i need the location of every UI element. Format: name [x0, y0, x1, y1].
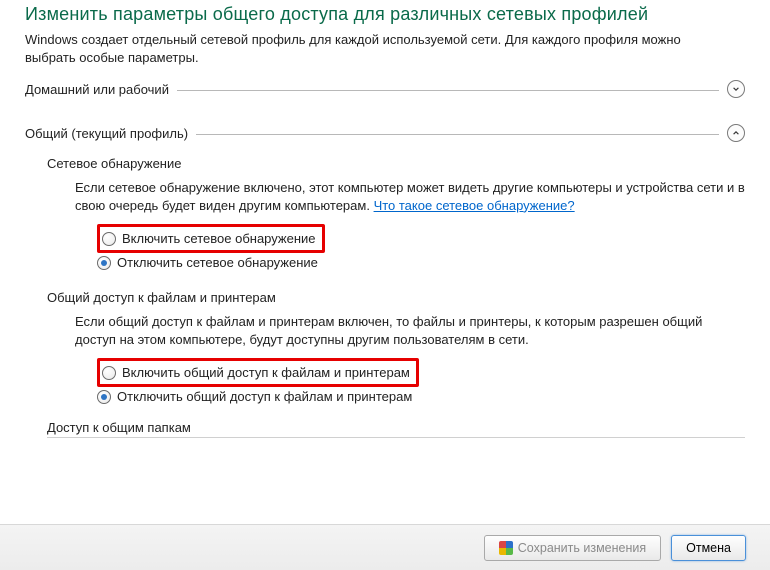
profile-public-divider — [196, 134, 719, 135]
dialog-footer: Сохранить изменения Отмена — [0, 524, 770, 570]
radio-icon — [102, 232, 116, 246]
profile-home-row[interactable]: Домашний или рабочий — [25, 80, 745, 98]
save-button-label: Сохранить изменения — [518, 541, 646, 555]
radio-enable-discovery[interactable]: Включить сетевое обнаружение — [102, 231, 316, 246]
what-is-network-discovery-link[interactable]: Что такое сетевое обнаружение? — [374, 198, 575, 213]
cancel-button[interactable]: Отмена — [671, 535, 746, 561]
radio-disable-discovery-label: Отключить сетевое обнаружение — [117, 255, 318, 270]
page-title: Изменить параметры общего доступа для ра… — [25, 4, 745, 25]
network-discovery-radio-group: Включить сетевое обнаружение Отключить с… — [75, 224, 745, 270]
page-subtitle: Windows создает отдельный сетевой профил… — [25, 31, 725, 66]
chevron-down-icon[interactable] — [727, 80, 745, 98]
highlight-enable-sharing: Включить общий доступ к файлам и принтер… — [97, 358, 419, 387]
radio-enable-sharing-label: Включить общий доступ к файлам и принтер… — [122, 365, 410, 380]
network-discovery-heading: Сетевое обнаружение — [47, 156, 745, 171]
network-discovery-desc: Если сетевое обнаружение включено, этот … — [75, 179, 745, 214]
radio-enable-discovery-label: Включить сетевое обнаружение — [122, 231, 316, 246]
profile-public-row[interactable]: Общий (текущий профиль) — [25, 124, 745, 142]
file-printer-desc: Если общий доступ к файлам и принтерам в… — [75, 313, 745, 348]
highlight-enable-discovery: Включить сетевое обнаружение — [97, 224, 325, 253]
file-printer-radio-group: Включить общий доступ к файлам и принтер… — [75, 358, 745, 404]
radio-icon — [102, 366, 116, 380]
radio-enable-sharing[interactable]: Включить общий доступ к файлам и принтер… — [102, 365, 410, 380]
public-folders-divider — [47, 437, 745, 438]
radio-disable-sharing-label: Отключить общий доступ к файлам и принте… — [117, 389, 412, 404]
save-button[interactable]: Сохранить изменения — [484, 535, 661, 561]
cancel-button-label: Отмена — [686, 541, 731, 555]
chevron-up-icon[interactable] — [727, 124, 745, 142]
radio-disable-discovery[interactable]: Отключить сетевое обнаружение — [97, 255, 745, 270]
radio-icon — [97, 390, 111, 404]
profile-home-divider — [177, 90, 719, 91]
file-printer-heading: Общий доступ к файлам и принтерам — [47, 290, 745, 305]
radio-icon — [97, 256, 111, 270]
public-folders-heading: Доступ к общим папкам — [47, 420, 745, 435]
profile-home-label: Домашний или рабочий — [25, 82, 169, 97]
shield-icon — [499, 541, 513, 555]
radio-disable-sharing[interactable]: Отключить общий доступ к файлам и принте… — [97, 389, 745, 404]
profile-public-label: Общий (текущий профиль) — [25, 126, 188, 141]
